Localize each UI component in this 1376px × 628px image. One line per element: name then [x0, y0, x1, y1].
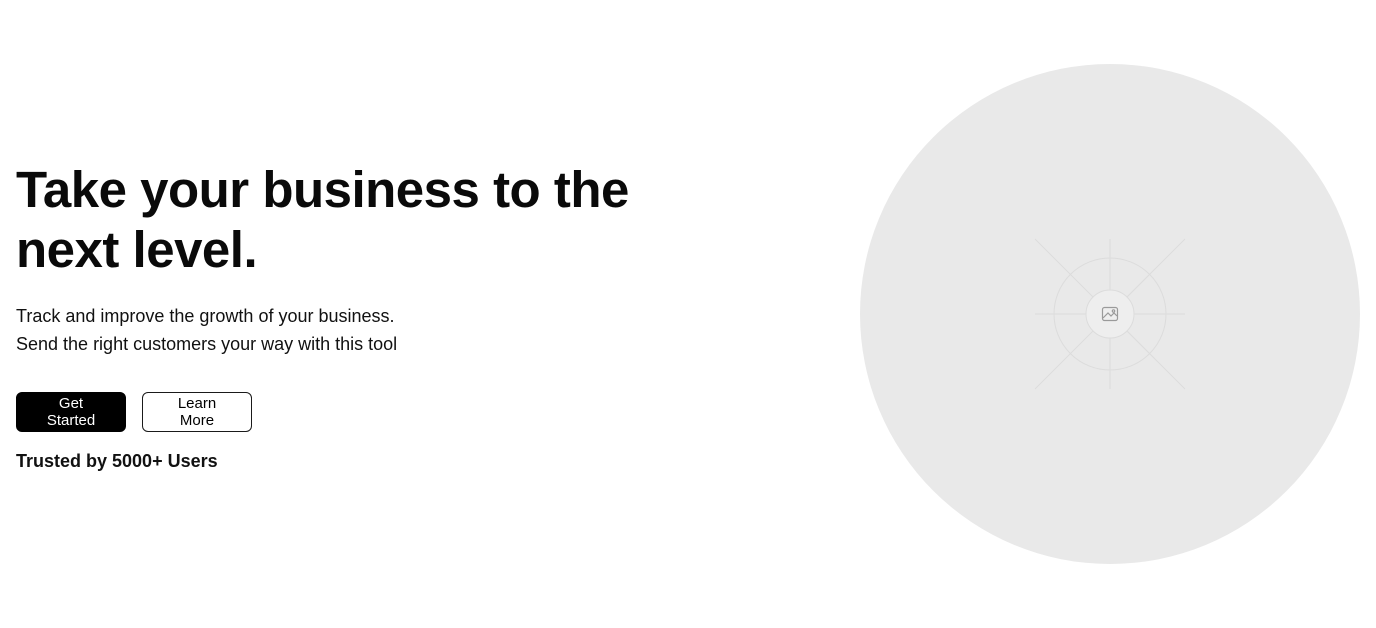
hero-headline: Take your business to the next level.	[16, 161, 629, 278]
get-started-button[interactable]: Get Started	[16, 392, 126, 432]
placeholder-pattern	[1034, 238, 1186, 390]
hero-content: Take your business to the next level. Tr…	[16, 160, 676, 472]
hero-actions: Get Started Learn More	[16, 392, 676, 432]
learn-more-button[interactable]: Learn More	[142, 392, 252, 432]
hero-section: Take your business to the next level. Tr…	[0, 0, 1376, 628]
hero-subtext: Track and improve the growth of your bus…	[16, 302, 676, 358]
hero-subtext-line-1: Track and improve the growth of your bus…	[16, 306, 395, 326]
hero-subtext-line-2: Send the right customers your way with t…	[16, 334, 398, 354]
trusted-by-text: Trusted by 5000+ Users	[16, 451, 218, 471]
hero-image-placeholder	[860, 64, 1360, 564]
